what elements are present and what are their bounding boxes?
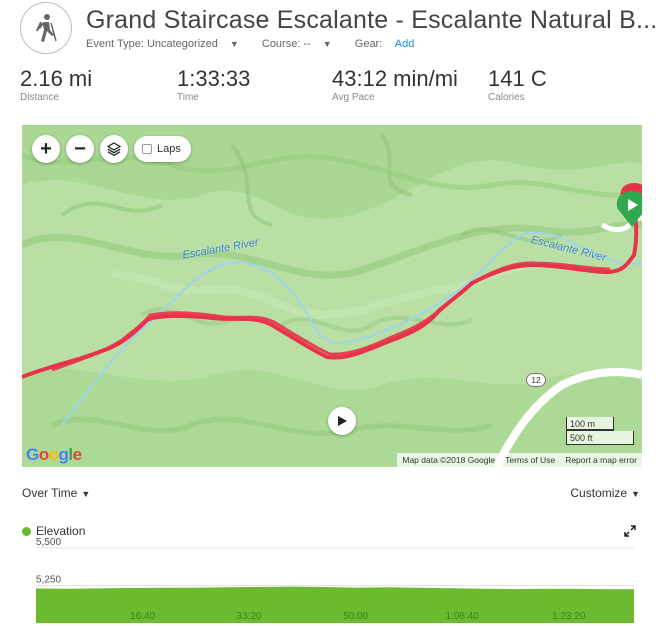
course-label: Course: -- xyxy=(261,38,311,50)
y-tick-label: 5,500 xyxy=(36,538,61,548)
stat-label: Distance xyxy=(20,92,59,103)
stat-value: 141 C xyxy=(488,66,547,91)
layers-icon xyxy=(107,142,121,156)
highway-shield: 12 xyxy=(526,373,546,387)
legend-dot xyxy=(22,526,31,536)
laps-label: Laps xyxy=(157,143,181,155)
stat-value: 2.16 mi xyxy=(20,66,93,91)
zoom-out-button[interactable]: − xyxy=(66,135,94,163)
terms-of-use-link[interactable]: Terms of Use xyxy=(500,455,560,465)
course-select[interactable]: Course: -- ▼ xyxy=(262,38,342,50)
over-time-label: Over Time xyxy=(22,486,78,500)
minus-icon: − xyxy=(74,137,86,160)
x-tick-label: 50:00 xyxy=(343,611,368,622)
stat-label: Calories xyxy=(488,92,525,103)
customize-dropdown[interactable]: Customize ▼ xyxy=(570,486,640,500)
scale-metric-label: 100 m xyxy=(570,419,596,429)
stat-label: Avg Pace xyxy=(332,92,375,103)
activity-title-text: Grand Staircase Escalante - Escalante Na… xyxy=(86,6,656,34)
customize-label: Customize xyxy=(570,486,628,500)
stat-avg-pace: 43:12 min/mi Avg Pace xyxy=(332,66,458,103)
stat-calories: 141 C Calories xyxy=(488,66,547,103)
chevron-down-icon: ▼ xyxy=(81,489,91,499)
over-time-dropdown[interactable]: Over Time ▼ xyxy=(22,486,90,500)
graph-header: Over Time ▼ Customize ▼ xyxy=(22,486,640,504)
logo-letter: G xyxy=(26,445,39,464)
play-route-button[interactable] xyxy=(328,407,356,435)
x-tick-label: 1:06:40 xyxy=(445,611,479,622)
activity-header: Grand Staircase Escalante - Escalante Na… xyxy=(20,2,656,58)
activity-meta: Event Type: Uncategorized ▼ Course: -- ▼ G… xyxy=(86,38,434,50)
laps-checkbox[interactable] xyxy=(142,144,152,154)
report-map-error-link[interactable]: Report a map error xyxy=(560,455,642,465)
event-type-label: Event Type: Uncategorized xyxy=(86,38,218,50)
stat-value: 43:12 min/mi xyxy=(332,66,458,91)
event-type-select[interactable]: Event Type: Uncategorized ▼ xyxy=(86,38,249,50)
play-icon xyxy=(338,416,347,426)
logo-letter: o xyxy=(48,445,59,464)
legend-label: Elevation xyxy=(36,524,86,538)
gear-label: Gear: xyxy=(354,38,383,50)
x-tick-label: 1:23:20 xyxy=(552,611,586,622)
chevron-down-icon: ▼ xyxy=(322,39,332,49)
gear-field: Gear: Add xyxy=(355,38,425,50)
activity-title[interactable]: Grand Staircase Escalante - Escalante Na… xyxy=(86,2,656,35)
stat-label: Time xyxy=(177,92,199,103)
elevation-chart[interactable]: 5,5005,2505,00016:4033:2050:001:06:401:2… xyxy=(22,538,642,627)
logo-letter: e xyxy=(72,445,82,464)
map-data-credit: Map data ©2018 Google xyxy=(402,455,496,465)
zoom-in-button[interactable]: + xyxy=(32,135,60,163)
activity-stats: 2.16 mi Distance 1:33:33 Time 43:12 min/… xyxy=(20,66,640,108)
map-attribution: Map data ©2018 Google Terms of Use Repor… xyxy=(397,453,642,467)
add-gear-link[interactable]: Add xyxy=(395,38,415,50)
map-controls: + − Laps xyxy=(32,135,191,163)
y-tick-label: 5,250 xyxy=(36,575,61,586)
elevation-area xyxy=(36,586,634,623)
stat-distance: 2.16 mi Distance xyxy=(20,66,92,103)
stat-time: 1:33:33 Time xyxy=(177,66,250,103)
scale-imperial-label: 500 ft xyxy=(570,433,593,443)
hiking-icon xyxy=(20,2,72,54)
laps-toggle[interactable]: Laps xyxy=(134,136,191,162)
logo-letter: o xyxy=(38,445,49,464)
route-map[interactable]: Escalante River Escalante River 12 + − L… xyxy=(22,125,642,467)
layers-button[interactable] xyxy=(100,135,128,163)
google-logo: Google xyxy=(26,445,82,465)
map-scale: 100 m 500 ft xyxy=(566,417,638,447)
chevron-down-icon: ▼ xyxy=(631,489,640,499)
logo-letter: g xyxy=(58,445,69,464)
x-tick-label: 33:20 xyxy=(237,611,262,622)
chevron-down-icon: ▼ xyxy=(229,39,239,49)
plus-icon: + xyxy=(40,137,52,160)
chart-legend[interactable]: Elevation xyxy=(22,524,85,538)
stat-value: 1:33:33 xyxy=(177,66,251,91)
x-tick-label: 16:40 xyxy=(130,611,155,622)
